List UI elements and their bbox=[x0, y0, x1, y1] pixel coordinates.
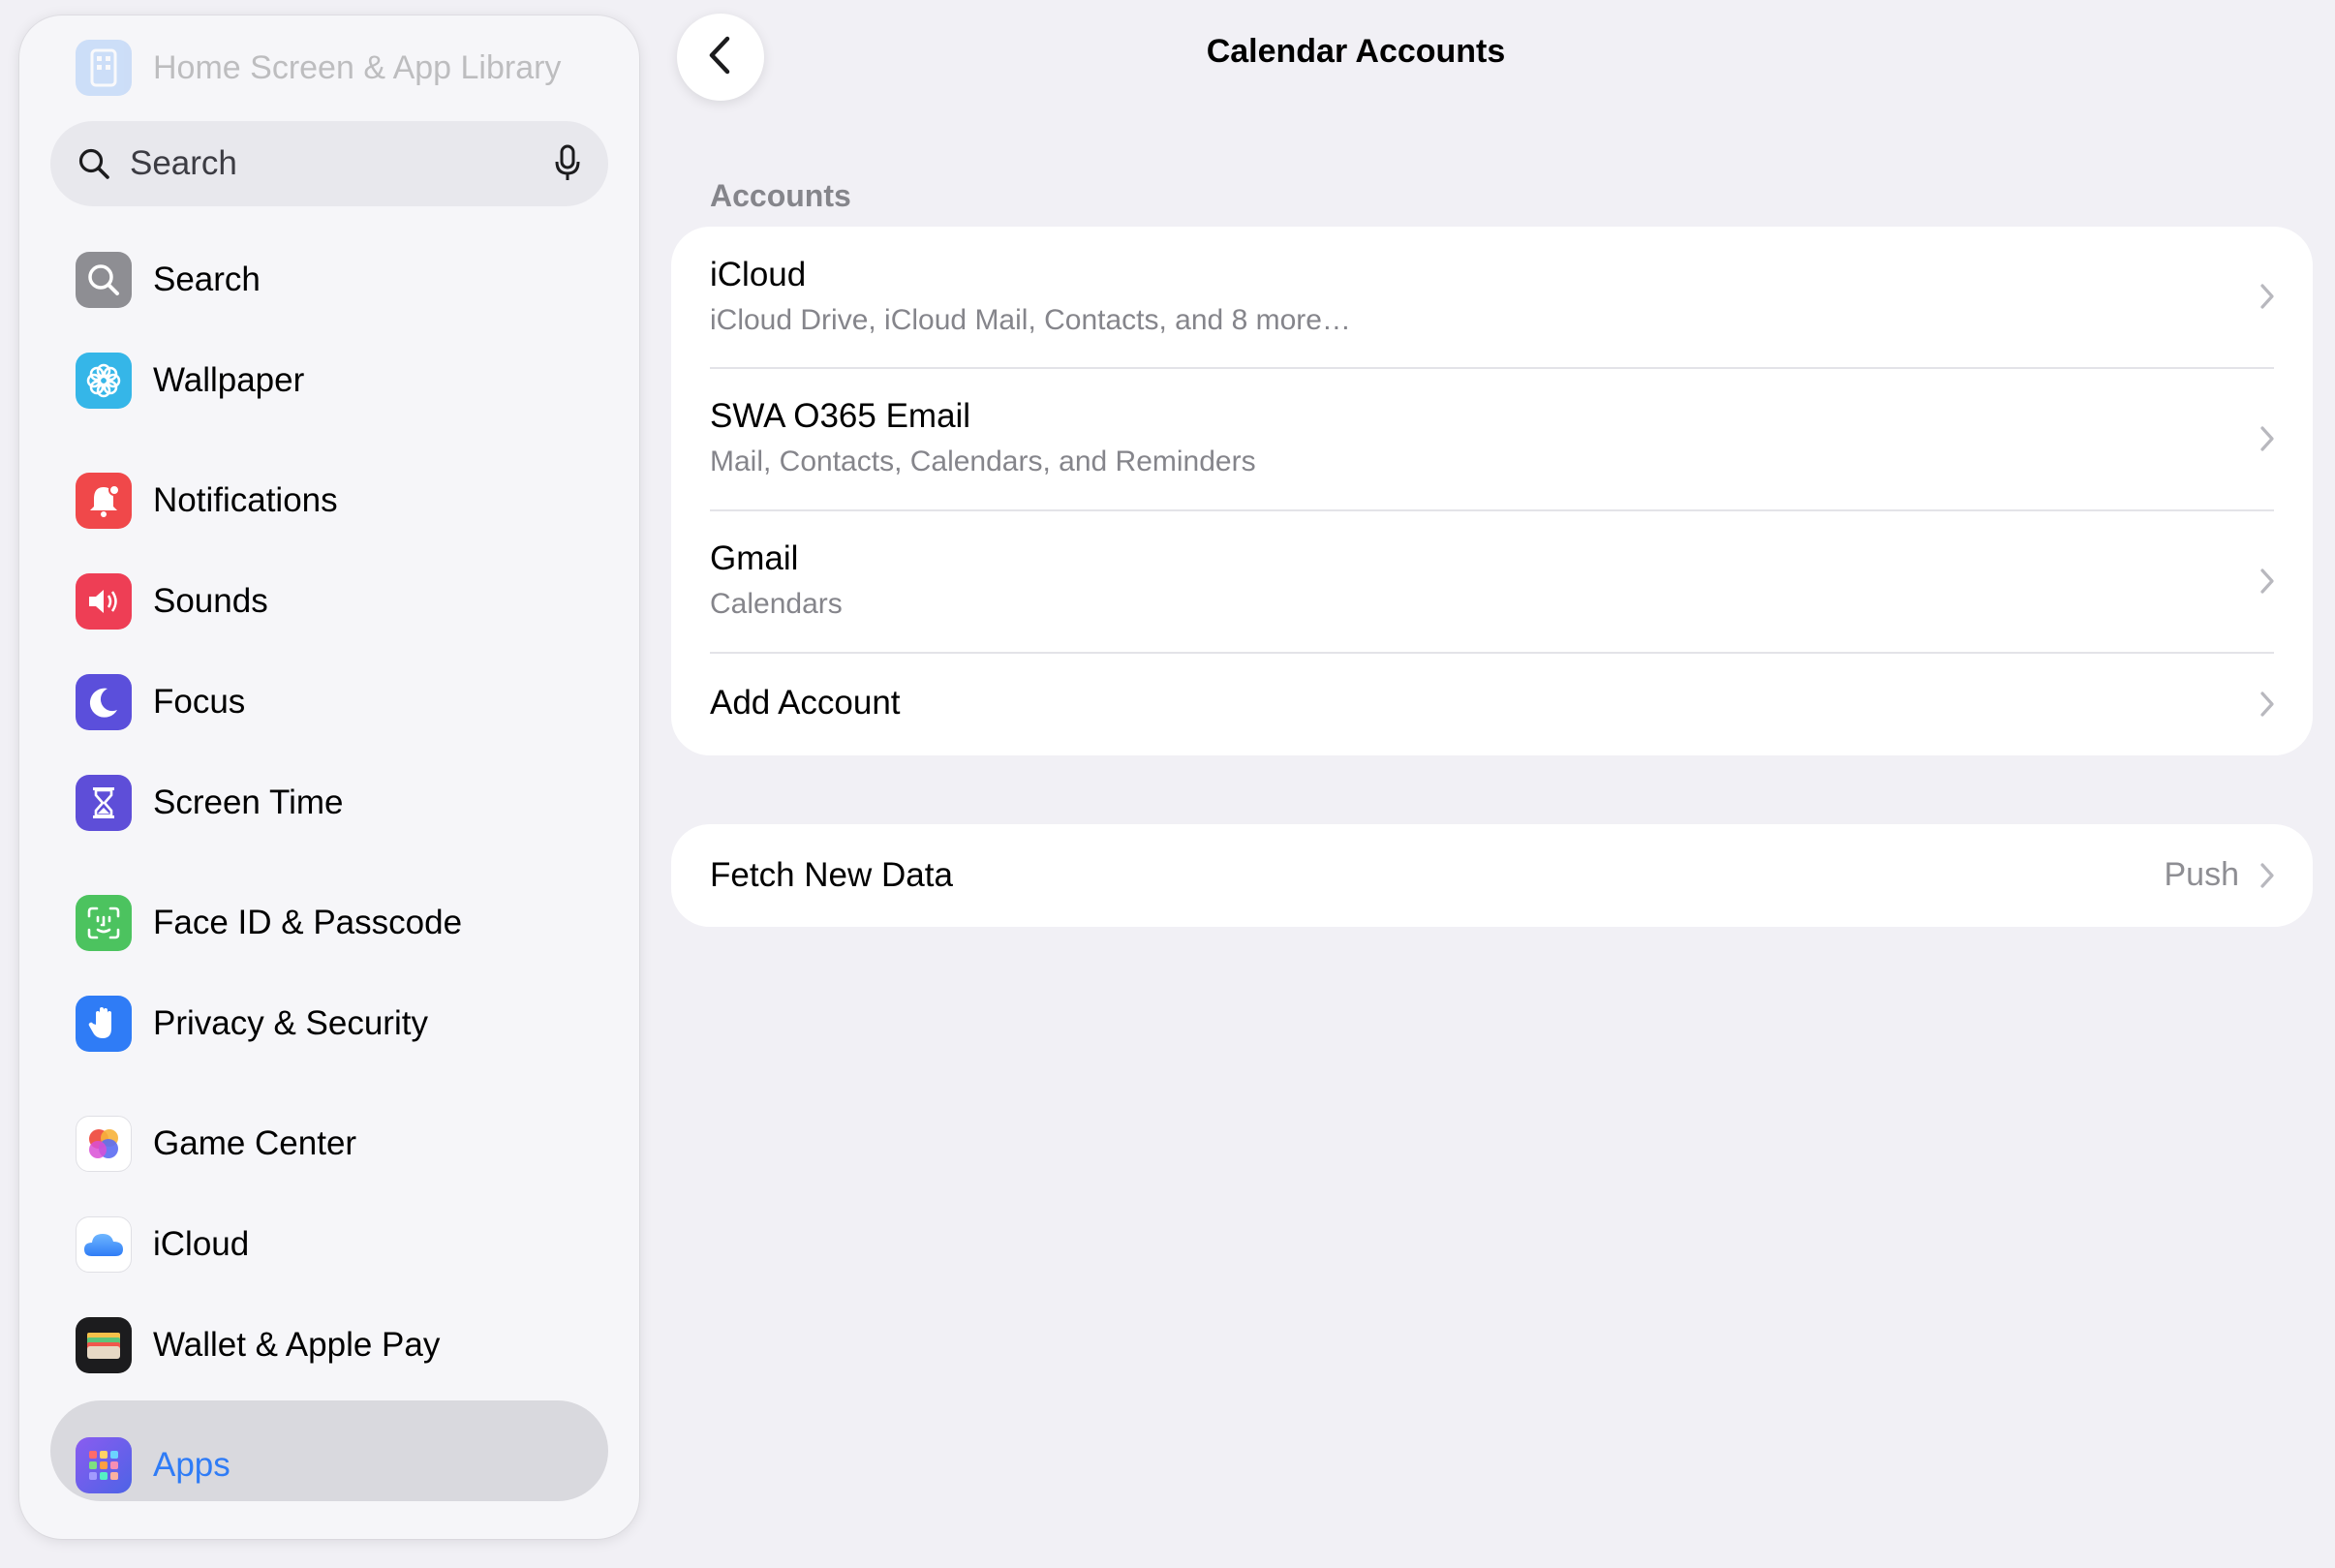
bell-icon bbox=[76, 473, 132, 529]
add-account-row[interactable]: Add Account bbox=[671, 653, 2313, 755]
row-title: Gmail bbox=[710, 539, 799, 577]
row-subtitle: Mail, Contacts, Calendars, and Reminders bbox=[710, 446, 1256, 477]
sidebar-item-icloud[interactable]: iCloud bbox=[76, 1214, 249, 1276]
sidebar-item-apps[interactable]: Apps bbox=[76, 1434, 230, 1496]
wallpaper-flower-icon bbox=[76, 353, 132, 409]
sidebar-item-label: Privacy & Security bbox=[153, 1004, 428, 1042]
sidebar-item-wallpaper[interactable]: Wallpaper bbox=[76, 350, 304, 412]
moon-icon bbox=[76, 674, 132, 730]
sidebar-item-sounds[interactable]: Sounds bbox=[76, 570, 268, 632]
sidebar-item-label: Home Screen & App Library bbox=[153, 48, 562, 86]
back-button[interactable] bbox=[677, 14, 764, 101]
chevron-right-icon bbox=[2258, 424, 2276, 458]
chevron-right-icon bbox=[2258, 690, 2276, 723]
sidebar-item-label: Notifications bbox=[153, 481, 338, 519]
row-title: Fetch New Data bbox=[710, 856, 953, 894]
sidebar-item-label: iCloud bbox=[153, 1225, 250, 1263]
hourglass-icon bbox=[76, 775, 132, 831]
sidebar-item-label: Face ID & Passcode bbox=[153, 904, 463, 941]
sidebar-item-label: Wallet & Apple Pay bbox=[153, 1326, 441, 1364]
sidebar-item-face-id[interactable]: Face ID & Passcode bbox=[76, 892, 462, 954]
account-row-icloud[interactable]: iCloud iCloud Drive, iCloud Mail, Contac… bbox=[671, 227, 2313, 368]
section-header-accounts: Accounts bbox=[710, 178, 851, 213]
search-field[interactable]: Search bbox=[50, 121, 608, 206]
apps-grid-icon bbox=[76, 1437, 132, 1493]
sidebar-item-label: Focus bbox=[153, 683, 246, 721]
chevron-left-icon bbox=[706, 35, 735, 80]
account-row-swa-o365[interactable]: SWA O365 Email Mail, Contacts, Calendars… bbox=[671, 368, 2313, 510]
wallet-icon bbox=[76, 1317, 132, 1373]
row-title: iCloud bbox=[710, 256, 807, 293]
chevron-right-icon bbox=[2258, 282, 2276, 316]
sidebar-item-game-center[interactable]: Game Center bbox=[76, 1113, 356, 1175]
sidebar-item-screen-time[interactable]: Screen Time bbox=[76, 772, 343, 834]
settings-screen: Home Screen & App Library Search Search bbox=[0, 0, 2335, 1568]
game-center-icon bbox=[76, 1116, 132, 1172]
search-input[interactable]: Search bbox=[130, 144, 554, 183]
fetch-new-data-row[interactable]: Fetch New Data Push bbox=[671, 824, 2313, 927]
accounts-card: iCloud iCloud Drive, iCloud Mail, Contac… bbox=[671, 227, 2313, 755]
face-id-icon bbox=[76, 895, 132, 951]
sidebar-item-privacy[interactable]: Privacy & Security bbox=[76, 993, 428, 1055]
cloud-icon bbox=[76, 1216, 132, 1273]
sidebar-item-search[interactable]: Search bbox=[76, 249, 261, 311]
row-subtitle: Calendars bbox=[710, 588, 843, 620]
fetch-card: Fetch New Data Push bbox=[671, 824, 2313, 927]
sidebar-item-label: Game Center bbox=[153, 1124, 357, 1162]
sidebar-item-focus[interactable]: Focus bbox=[76, 671, 245, 733]
sidebar-item-label: Search bbox=[153, 261, 261, 298]
row-title: SWA O365 Email bbox=[710, 397, 971, 435]
row-subtitle: iCloud Drive, iCloud Mail, Contacts, and… bbox=[710, 304, 1351, 336]
sidebar: Home Screen & App Library Search Search bbox=[19, 15, 639, 1539]
page-title: Calendar Accounts bbox=[1206, 33, 1506, 70]
home-screen-icon bbox=[76, 40, 132, 96]
row-title: Add Account bbox=[710, 684, 901, 722]
sidebar-item-label: Apps bbox=[153, 1446, 230, 1484]
sidebar-item-label: Screen Time bbox=[153, 784, 344, 821]
fetch-value: Push bbox=[2164, 856, 2240, 893]
sidebar-item-label: Sounds bbox=[153, 582, 268, 620]
account-row-gmail[interactable]: Gmail Calendars bbox=[671, 510, 2313, 653]
sidebar-item-label: Wallpaper bbox=[153, 361, 305, 399]
sidebar-item-home-screen[interactable]: Home Screen & App Library bbox=[76, 37, 561, 99]
sidebar-item-wallet[interactable]: Wallet & Apple Pay bbox=[76, 1314, 440, 1376]
chevron-right-icon bbox=[2258, 861, 2276, 895]
chevron-right-icon bbox=[2258, 567, 2276, 600]
hand-icon bbox=[76, 996, 132, 1052]
search-app-icon bbox=[76, 252, 132, 308]
microphone-icon[interactable] bbox=[554, 144, 581, 183]
speaker-icon bbox=[76, 573, 132, 630]
magnifier-icon bbox=[77, 147, 110, 180]
sidebar-item-notifications[interactable]: Notifications bbox=[76, 470, 338, 532]
